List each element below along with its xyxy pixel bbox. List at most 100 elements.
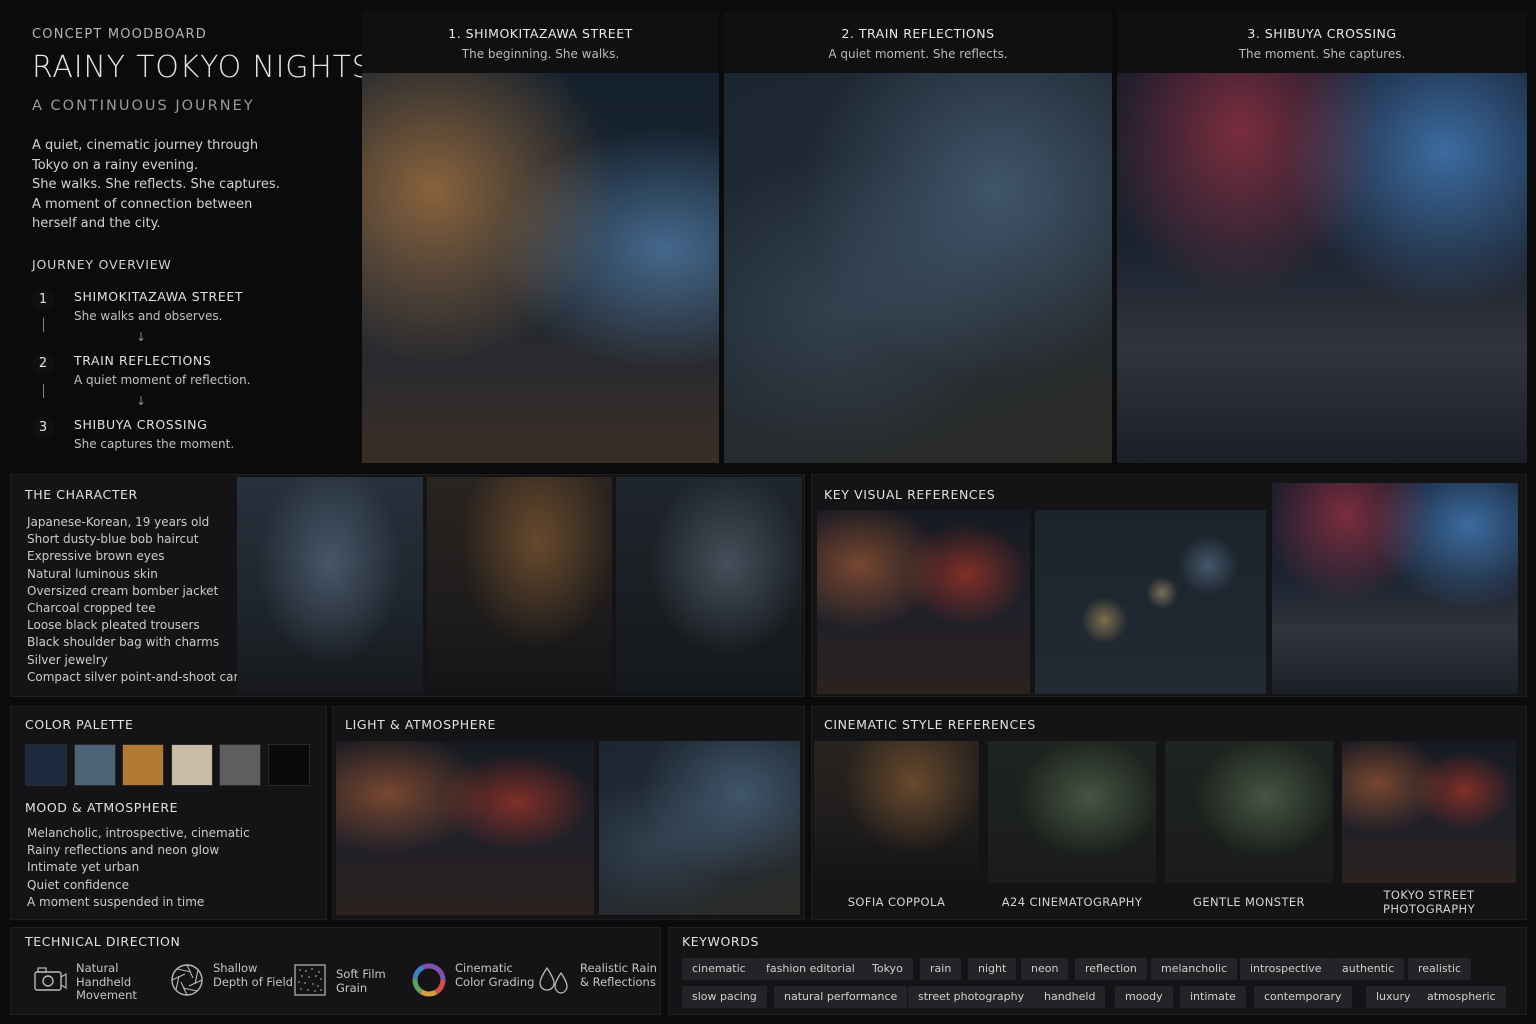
hero-image-train — [724, 73, 1112, 463]
intro-line: A moment of connection between — [32, 196, 253, 212]
technical-title: TECHNICAL DIRECTION — [25, 934, 181, 949]
step-desc: She captures the moment. — [74, 437, 235, 451]
keyword-chip: fashion editorial — [756, 958, 865, 980]
step-number: 2 — [32, 353, 54, 375]
intro-line: She walks. She reflects. She captures. — [32, 177, 280, 192]
keyword-chip: Tokyo — [862, 958, 913, 980]
camera-icon — [34, 967, 67, 991]
keyword-chip: rain — [920, 958, 962, 980]
mood-list: Melancholic, introspective, cinematic Ra… — [27, 825, 250, 911]
light-neon-street-image — [336, 741, 594, 915]
mood-item: Rainy reflections and neon glow — [27, 843, 220, 858]
step-number: 1 — [32, 289, 54, 311]
hero-subtitle: The moment. She captures. — [1238, 47, 1406, 61]
keyword-chip: realistic — [1408, 958, 1472, 980]
page-title: RAINY TOKYO NIGHTS — [32, 50, 372, 85]
hero-title: 1. SHIMOKITAZAWA STREET — [448, 26, 633, 41]
color-swatch — [170, 744, 213, 786]
mood-item: Quiet confidence — [27, 877, 129, 892]
color-wheel-icon — [412, 963, 446, 997]
hero-image-shibuya — [1117, 73, 1527, 463]
keyword-chip: slow pacing — [682, 986, 767, 1008]
step-title: TRAIN REFLECTIONS — [74, 353, 212, 368]
hero-title: 3. SHIBUYA CROSSING — [1247, 26, 1397, 41]
cinematic-ref-tokyo-street-image — [1342, 741, 1516, 883]
step-desc: She walks and observes. — [74, 309, 223, 323]
mood-title: MOOD & ATMOSPHERE — [25, 800, 179, 815]
trait-item: Compact silver point-and-shoot camera — [27, 669, 265, 684]
light-train-window-image — [599, 741, 800, 915]
hero-caption-1: 1. SHIMOKITAZAWA STREET The beginning. S… — [362, 11, 719, 73]
tech-label: Realistic Rain & Reflections — [580, 961, 657, 989]
trait-item: Oversized cream bomber jacket — [27, 583, 219, 598]
arrow-down-icon: ↓ — [136, 330, 147, 344]
hero-caption-2: 2. TRAIN REFLECTIONS A quiet moment. She… — [724, 11, 1112, 73]
key-visual-street-image — [817, 510, 1030, 694]
keyword-chip: contemporary — [1254, 986, 1352, 1008]
intro-line: Tokyo on a rainy evening. — [32, 157, 199, 173]
color-swatch — [73, 744, 116, 786]
cinematic-title: CINEMATIC STYLE REFERENCES — [824, 717, 1036, 732]
keywords-title: KEYWORDS — [682, 934, 759, 949]
trait-item: Expressive brown eyes — [27, 549, 165, 564]
keyword-chip: street photography — [908, 986, 1035, 1008]
connector-line-icon: │ — [40, 384, 48, 398]
color-swatch — [219, 744, 261, 786]
trait-item: Short dusty-blue bob haircut — [27, 532, 199, 547]
keyword-chip: authentic — [1332, 958, 1405, 980]
tech-label: Soft Film Grain — [336, 967, 386, 995]
tech-label: Cinematic Color Grading — [455, 961, 535, 989]
key-visual-rain-window-image — [1035, 510, 1266, 694]
tech-label: Shallow Depth of Field — [213, 961, 293, 989]
keyword-chip: moody — [1115, 986, 1173, 1008]
character-seated-image — [616, 477, 802, 694]
keyword-chip: reflection — [1075, 958, 1147, 980]
keyword-chip: cinematic — [682, 958, 756, 980]
step-number: 3 — [32, 417, 54, 439]
kicker: CONCEPT MOODBOARD — [32, 27, 207, 42]
mood-item: Melancholic, introspective, cinematic — [27, 826, 250, 840]
color-swatch — [25, 744, 67, 786]
step-title: SHIBUYA CROSSING — [74, 417, 208, 432]
trait-item: Silver jewelry — [27, 652, 108, 667]
mood-item: Intimate yet urban — [27, 860, 140, 875]
intro-line: herself and the city. — [32, 216, 161, 231]
hero-title: 2. TRAIN REFLECTIONS — [841, 26, 995, 41]
character-street-image — [427, 477, 612, 694]
cinematic-caption: TOKYO STREET PHOTOGRAPHY — [1382, 888, 1476, 916]
connector-line-icon: │ — [40, 318, 48, 332]
cinematic-caption: A24 CINEMATOGRAPHY — [1001, 895, 1143, 909]
step-title: SHIMOKITAZAWA STREET — [74, 289, 244, 304]
grain-icon — [294, 964, 326, 996]
keyword-chip: natural performance — [774, 986, 908, 1008]
aperture-icon — [171, 964, 203, 996]
tech-label: Natural Handheld Movement — [76, 961, 137, 1003]
keyword-chip: night — [968, 958, 1017, 980]
key-visuals-title: KEY VISUAL REFERENCES — [824, 487, 996, 502]
hero-caption-3: 3. SHIBUYA CROSSING The moment. She capt… — [1117, 11, 1527, 73]
page-subtitle: A CONTINUOUS JOURNEY — [32, 98, 255, 114]
trait-item: Black shoulder bag with charms — [27, 635, 220, 650]
journey-overview-title: JOURNEY OVERVIEW — [32, 257, 172, 272]
color-swatch — [122, 744, 164, 786]
step-desc: A quiet moment of reflection. — [74, 373, 251, 387]
intro-line: A quiet, cinematic journey through — [32, 138, 259, 153]
keyword-chip: handheld — [1034, 986, 1106, 1008]
trait-item: Japanese-Korean, 19 years old — [27, 515, 210, 529]
color-swatch — [267, 744, 310, 786]
trait-item: Natural luminous skin — [27, 566, 158, 581]
cinematic-caption: SOFIA COPPOLA — [847, 895, 946, 909]
palette-title: COLOR PALETTE — [25, 717, 134, 732]
keyword-chip: atmospheric — [1417, 986, 1506, 1008]
cinematic-ref-a24-image — [988, 741, 1156, 883]
keyword-chip: intimate — [1180, 986, 1246, 1008]
key-visual-crossing-image — [1272, 483, 1518, 694]
light-title: LIGHT & ATMOSPHERE — [345, 717, 497, 732]
character-title: THE CHARACTER — [25, 487, 138, 502]
hero-image-shimokitazawa — [362, 73, 719, 463]
hero-subtitle: A quiet moment. She reflects. — [828, 47, 1008, 61]
arrow-down-icon: ↓ — [136, 394, 147, 408]
cinematic-ref-gentle-monster-image — [1165, 741, 1333, 883]
trait-item: Loose black pleated trousers — [27, 618, 200, 633]
raindrops-icon — [539, 966, 568, 994]
